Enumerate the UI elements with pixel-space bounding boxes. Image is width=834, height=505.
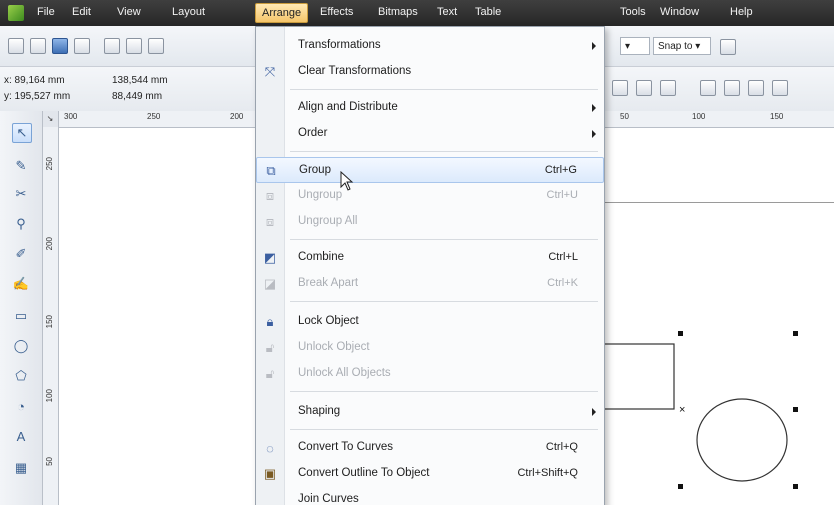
- break-apart-icon: ◪: [263, 276, 277, 291]
- menu-item-unlock-object[interactable]: 🔓︎ Unlock Object: [256, 335, 604, 361]
- menu-item-label: Order: [298, 127, 328, 139]
- menu-item-join-curves[interactable]: Join Curves: [256, 487, 604, 505]
- menu-item-label: Shaping: [298, 405, 341, 417]
- menu-item-label: Break Apart: [298, 277, 359, 289]
- menu-item-lock-object[interactable]: 🔒︎ Lock Object: [256, 309, 604, 335]
- submenu-arrow-icon: [592, 42, 596, 50]
- menu-item-shortcut: Ctrl+L: [548, 251, 578, 263]
- menu-item-ungroup-all[interactable]: ⧈ Ungroup All: [256, 209, 604, 235]
- menu-item-label: Ungroup All: [298, 215, 358, 227]
- clear-transform-icon: ⤧: [264, 64, 276, 79]
- convert-outline-icon: ▣: [263, 466, 277, 481]
- menu-item-label: Unlock Object: [298, 341, 370, 353]
- selection-handle[interactable]: [793, 331, 798, 336]
- menu-separator: [290, 239, 598, 240]
- submenu-arrow-icon: [592, 408, 596, 416]
- menu-item-label: Combine: [298, 251, 345, 263]
- ungroup-icon: ⧈: [265, 188, 275, 203]
- menu-separator: [290, 391, 598, 392]
- menu-item-clear-transformations[interactable]: ⤧ Clear Transformations: [256, 59, 604, 85]
- menu-separator: [290, 429, 598, 430]
- menu-separator: [290, 301, 598, 302]
- menu-item-shortcut: Ctrl+Q: [545, 441, 578, 453]
- menu-item-label: Transformations: [298, 39, 381, 51]
- menu-item-order[interactable]: Order: [256, 121, 604, 147]
- submenu-arrow-icon: [592, 104, 596, 112]
- menu-item-label: Lock Object: [298, 315, 359, 327]
- selection-handle[interactable]: [678, 484, 683, 489]
- menu-item-label: Join Curves: [298, 493, 359, 505]
- menu-item-group[interactable]: ⧉ Group Ctrl+G: [256, 157, 604, 183]
- selection-handle[interactable]: [793, 407, 798, 412]
- group-icon: ⧉: [266, 163, 276, 178]
- menu-item-label: Clear Transformations: [298, 65, 412, 77]
- menu-item-unlock-all-objects[interactable]: 🔓︎ Unlock All Objects: [256, 361, 604, 387]
- menu-item-break-apart[interactable]: ◪ Break Apart Ctrl+K: [256, 271, 604, 297]
- lock-icon: 🔒︎: [266, 314, 274, 329]
- menu-item-label: Ungroup: [298, 189, 343, 201]
- selection-handle[interactable]: [678, 331, 683, 336]
- menu-item-label: Convert To Curves: [298, 441, 394, 453]
- menu-item-shortcut: Ctrl+K: [547, 277, 578, 289]
- mouse-pointer-icon: [340, 171, 354, 191]
- selection-handle[interactable]: [793, 484, 798, 489]
- menu-item-combine[interactable]: ◩ Combine Ctrl+L: [256, 245, 604, 271]
- menu-item-convert-outline[interactable]: ▣ Convert Outline To Object Ctrl+Shift+Q: [256, 461, 604, 487]
- menu-item-align-distribute[interactable]: Align and Distribute: [256, 95, 604, 121]
- menu-item-label: Group: [299, 164, 331, 176]
- menu-separator: [290, 89, 598, 90]
- unlock-icon: 🔓︎: [265, 340, 275, 355]
- menu-item-label: Convert Outline To Object: [298, 467, 430, 479]
- menu-item-ungroup[interactable]: ⧈ Ungroup Ctrl+U: [256, 183, 604, 209]
- menu-item-shaping[interactable]: Shaping: [256, 399, 604, 425]
- convert-curves-icon: ◌: [266, 440, 274, 456]
- unlock-all-icon: 🔓︎: [265, 366, 275, 381]
- menu-separator: [290, 151, 598, 152]
- ungroup-all-icon: ⧈: [265, 214, 275, 229]
- menu-item-convert-to-curves[interactable]: ◌ Convert To Curves Ctrl+Q: [256, 435, 604, 461]
- submenu-arrow-icon: [592, 130, 596, 138]
- circle-shape[interactable]: [696, 398, 788, 482]
- arrange-menu: Transformations ⤧ Clear Transformations …: [255, 26, 605, 505]
- menu-item-shortcut: Ctrl+G: [544, 164, 577, 176]
- center-marker: ×: [679, 404, 685, 416]
- menu-item-label: Unlock All Objects: [298, 367, 391, 379]
- menu-item-shortcut: Ctrl+Shift+Q: [517, 467, 578, 479]
- menu-item-label: Align and Distribute: [298, 101, 398, 113]
- menu-item-transformations[interactable]: Transformations: [256, 33, 604, 59]
- menu-item-shortcut: Ctrl+U: [546, 189, 578, 201]
- coreldraw-window: File Edit View Layout Arrange Effects Bi…: [0, 0, 834, 505]
- combine-icon: ◩: [263, 250, 277, 265]
